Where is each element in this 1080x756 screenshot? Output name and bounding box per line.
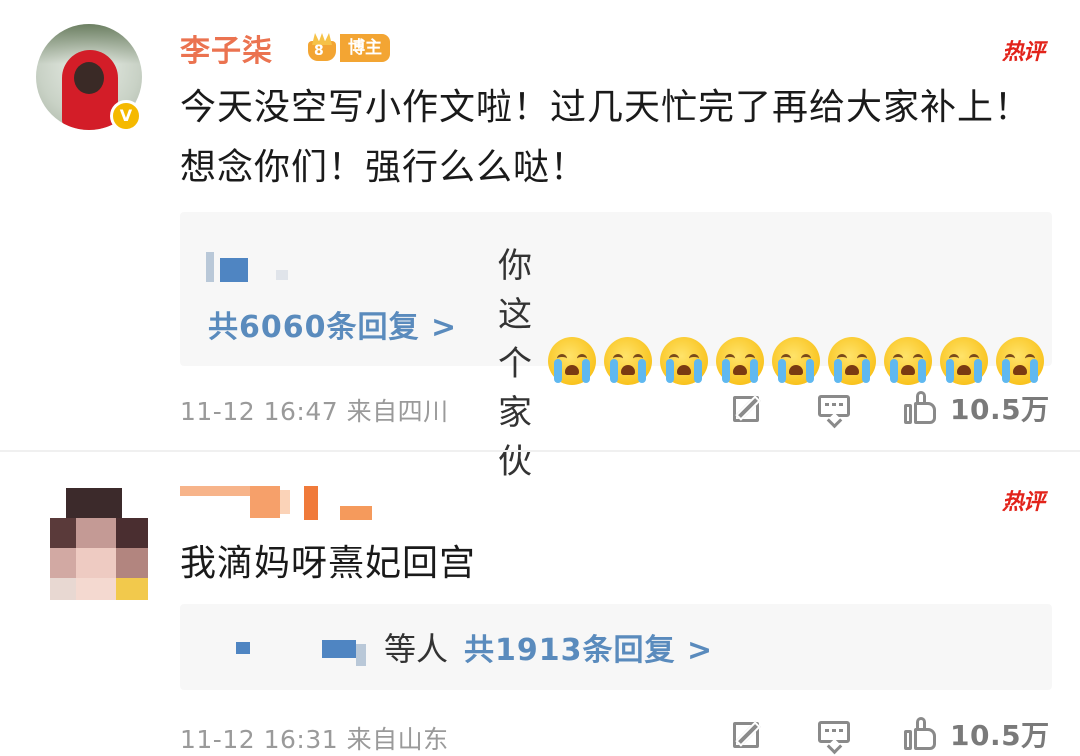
crying-face-icon bbox=[828, 336, 876, 385]
comment-actions: 10.5万 bbox=[730, 388, 1050, 429]
hot-comment-label: 热评 bbox=[1001, 40, 1045, 65]
crying-face-icon bbox=[548, 336, 596, 385]
thumbs-up-icon[interactable] bbox=[902, 390, 938, 426]
crown-icon: 8 bbox=[306, 33, 340, 63]
comment-meta: 11-12 16:47 来自四川 bbox=[180, 392, 449, 428]
reply-count-link[interactable]: 共6060条回复 > bbox=[208, 302, 457, 346]
comment-item: 热评 我滴妈呀熹妃回宫 等人 共1913条回复 > 11-12 16:31 来自… bbox=[0, 452, 1080, 755]
location: 来自山东 bbox=[346, 725, 449, 754]
blurred-username bbox=[220, 258, 248, 282]
timestamp: 11-12 16:31 bbox=[180, 725, 339, 754]
location: 来自四川 bbox=[346, 397, 449, 426]
crying-face-icon bbox=[940, 336, 988, 385]
comment-icon[interactable] bbox=[816, 390, 852, 429]
blurred-username bbox=[236, 642, 250, 654]
comment-icon[interactable] bbox=[816, 716, 852, 755]
timestamp: 11-12 16:47 bbox=[180, 397, 339, 426]
blurred-username bbox=[322, 640, 356, 658]
like-count: 10.5万 bbox=[950, 719, 1050, 752]
edit-icon[interactable] bbox=[730, 716, 766, 752]
username[interactable]: 李子柒 bbox=[180, 26, 273, 70]
avatar[interactable] bbox=[36, 488, 154, 606]
crying-face-icon bbox=[884, 336, 932, 385]
reply-summary: 等人 共1913条回复 > bbox=[180, 624, 1052, 670]
avatar-face bbox=[74, 62, 104, 94]
thumbs-up-icon[interactable] bbox=[902, 716, 938, 752]
edit-icon[interactable] bbox=[730, 390, 766, 426]
badge-label: 博主 bbox=[340, 34, 390, 62]
crying-face-icon bbox=[716, 336, 764, 385]
blurred-username bbox=[276, 270, 288, 280]
like-count: 10.5万 bbox=[950, 393, 1050, 426]
comment-item: V 李子柒 8 博主 热评 今天没空写小作文啦！过几天忙完了再给大家补上！想念你… bbox=[0, 0, 1080, 482]
comment-text: 今天没空写小作文啦！过几天忙完了再给大家补上！想念你们！强行么么哒！ bbox=[180, 87, 1032, 188]
hot-comment-label: 热评 bbox=[1001, 490, 1045, 515]
crying-face-icon bbox=[772, 336, 820, 385]
reply-preview[interactable]: 你这个家伙 共6060条回复 > bbox=[180, 212, 1052, 482]
reply-content: 你这个家伙 bbox=[498, 238, 1052, 483]
crying-face-icon bbox=[996, 336, 1044, 385]
crying-face-icon bbox=[660, 336, 708, 385]
blurred-username bbox=[356, 644, 366, 666]
badge-level: 8 bbox=[314, 43, 324, 59]
crying-face-icon bbox=[604, 336, 652, 385]
blurred-username bbox=[206, 252, 214, 282]
comment-actions: 10.5万 bbox=[730, 714, 1050, 755]
reply-count-link[interactable]: 共1913条回复 > bbox=[464, 625, 713, 669]
reply-text: 你这个家伙 bbox=[498, 246, 533, 482]
blogger-badge: 8 博主 bbox=[306, 32, 390, 64]
reply-users-suffix: 等人 bbox=[384, 630, 449, 668]
comment-meta: 11-12 16:31 来自山东 bbox=[180, 720, 449, 756]
verified-v-icon: V bbox=[110, 100, 142, 132]
reply-preview[interactable]: 等人 共1913条回复 > bbox=[180, 604, 1052, 690]
comment-text: 我滴妈呀熹妃回宫 bbox=[180, 543, 477, 584]
